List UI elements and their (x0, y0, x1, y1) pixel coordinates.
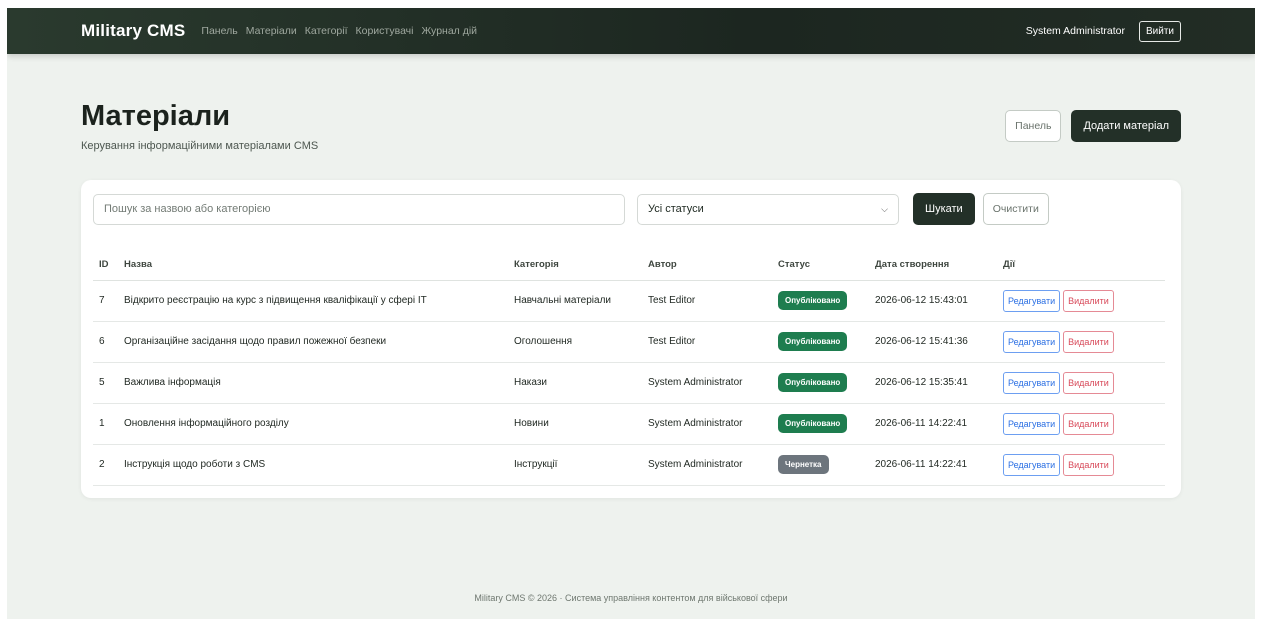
nav-link-categories[interactable]: Категорії (305, 25, 348, 37)
cell-status: Опубліковано (772, 362, 869, 404)
cell-title: Важлива інформація (118, 362, 508, 404)
column-header-actions: Дії (997, 250, 1165, 281)
nav-link-users[interactable]: Користувачі (356, 25, 414, 37)
status-select-value: Усі статуси (648, 203, 704, 215)
cell-actions: Редагувати Видалити (997, 362, 1165, 404)
column-header-title: Назва (118, 250, 508, 281)
cell-author: System Administrator (642, 403, 772, 445)
cell-title: Організаційне засідання щодо правил поже… (118, 321, 508, 363)
page-title: Матеріали (81, 100, 231, 132)
table-row: 5 Важлива інформація Накази System Administ… (93, 362, 1165, 404)
brand-logo[interactable]: Military CMS (81, 21, 185, 41)
cell-category: Інструкції (508, 444, 642, 486)
cell-created: 2026-06-12 15:35:41 (869, 362, 997, 404)
cell-created: 2026-06-12 15:41:36 (869, 321, 997, 363)
edit-button[interactable]: Редагувати (1003, 412, 1061, 435)
delete-button[interactable]: Видалити (1063, 289, 1114, 312)
table-header-row: ID Назва Категорія Автор Статус Дата ств… (93, 250, 1165, 281)
current-user-name: System Administrator (1025, 25, 1125, 37)
delete-button[interactable]: Видалити (1063, 412, 1114, 435)
cell-author: Test Editor (642, 321, 772, 363)
edit-button[interactable]: Редагувати (1003, 453, 1061, 476)
cell-author: System Administrator (642, 444, 772, 486)
cell-id: 7 (93, 280, 118, 322)
status-badge: Опубліковано (778, 373, 848, 392)
table-row: 2 Інструкція щодо роботи з CMS Інструкції S… (93, 444, 1165, 486)
page-subtitle: Керування інформаційними матеріалами CMS (81, 140, 319, 152)
cell-created: 2026-06-11 14:22:41 (869, 444, 997, 486)
materials-table: ID Назва Категорія Автор Статус Дата ств… (93, 250, 1165, 486)
filter-bar: Усі статуси ⌵ Шукати Очистити (93, 193, 1049, 225)
table-row: 1 Оновлення інформаційного розділу Новини S… (93, 403, 1165, 445)
column-header-status: Статус (772, 250, 869, 281)
table-row: 6 Організаційне засідання щодо правил пож… (93, 321, 1165, 363)
status-select[interactable]: Усі статуси ⌵ (637, 193, 899, 225)
nav-link-materials[interactable]: Матеріали (246, 25, 297, 37)
cell-actions: Редагувати Видалити (997, 321, 1165, 363)
add-material-button[interactable]: Додати матеріал (1071, 110, 1181, 142)
cell-category: Накази (508, 362, 642, 404)
cell-id: 2 (93, 444, 118, 486)
cell-created: 2026-06-12 15:43:01 (869, 280, 997, 322)
cell-actions: Редагувати Видалити (997, 403, 1165, 445)
status-badge: Чернетка (778, 455, 829, 474)
cell-status: Чернетка (772, 444, 869, 486)
logout-button[interactable]: Вийти (1138, 20, 1181, 42)
nav-links: Панель Матеріали Категорії Користувачі Ж… (201, 25, 477, 37)
cell-id: 6 (93, 321, 118, 363)
cell-status: Опубліковано (772, 321, 869, 363)
column-header-author: Автор (642, 250, 772, 281)
cell-id: 5 (93, 362, 118, 404)
cell-title: Оновлення інформаційного розділу (118, 403, 508, 445)
delete-button[interactable]: Видалити (1063, 330, 1114, 353)
cell-category: Оголошення (508, 321, 642, 363)
search-button[interactable]: Шукати (913, 193, 975, 225)
edit-button[interactable]: Редагувати (1003, 330, 1061, 353)
header-actions: Панель Додати матеріал (1005, 110, 1181, 142)
edit-button[interactable]: Редагувати (1003, 371, 1061, 394)
dashboard-button[interactable]: Панель (1005, 110, 1062, 142)
cell-category: Новини (508, 403, 642, 445)
edit-button[interactable]: Редагувати (1003, 289, 1061, 312)
footer-text: Military CMS © 2026 · Система управління… (474, 593, 788, 603)
cell-author: System Administrator (642, 362, 772, 404)
table-row: 7 Відкрито реєстрацію на курс з підвищенн… (93, 280, 1165, 322)
nav-right: System Administrator Вийти (1025, 20, 1181, 42)
navbar: Military CMS Панель Матеріали Категорії … (7, 8, 1255, 54)
column-header-id: ID (93, 250, 118, 281)
materials-card: Усі статуси ⌵ Шукати Очистити ID Назва К… (81, 180, 1181, 498)
delete-button[interactable]: Видалити (1063, 371, 1114, 394)
cell-title: Відкрито реєстрацію на курс з підвищення… (118, 280, 508, 322)
cell-title: Інструкція щодо роботи з CMS (118, 444, 508, 486)
search-input[interactable] (93, 193, 625, 225)
cell-category: Навчальні матеріали (508, 280, 642, 322)
cell-actions: Редагувати Видалити (997, 280, 1165, 322)
status-badge: Опубліковано (778, 291, 848, 310)
page-header: Матеріали Керування інформаційними матер… (81, 100, 318, 152)
table-body: 7 Відкрито реєстрацію на курс з підвищенн… (93, 280, 1165, 486)
cell-actions: Редагувати Видалити (997, 444, 1165, 486)
cell-id: 1 (93, 403, 118, 445)
nav-link-dashboard[interactable]: Панель (201, 25, 237, 37)
cell-status: Опубліковано (772, 403, 869, 445)
cell-author: Test Editor (642, 280, 772, 322)
column-header-created: Дата створення (869, 250, 997, 281)
column-header-category: Категорія (508, 250, 642, 281)
cell-created: 2026-06-11 14:22:41 (869, 403, 997, 445)
cell-status: Опубліковано (772, 280, 869, 322)
chevron-down-icon: ⌵ (881, 203, 888, 214)
clear-button[interactable]: Очистити (982, 193, 1049, 225)
status-badge: Опубліковано (778, 332, 848, 351)
nav-link-activity-log[interactable]: Журнал дій (421, 25, 477, 37)
app-frame: Military CMS Панель Матеріали Категорії … (7, 8, 1255, 619)
status-badge: Опубліковано (778, 414, 848, 433)
delete-button[interactable]: Видалити (1063, 453, 1114, 476)
